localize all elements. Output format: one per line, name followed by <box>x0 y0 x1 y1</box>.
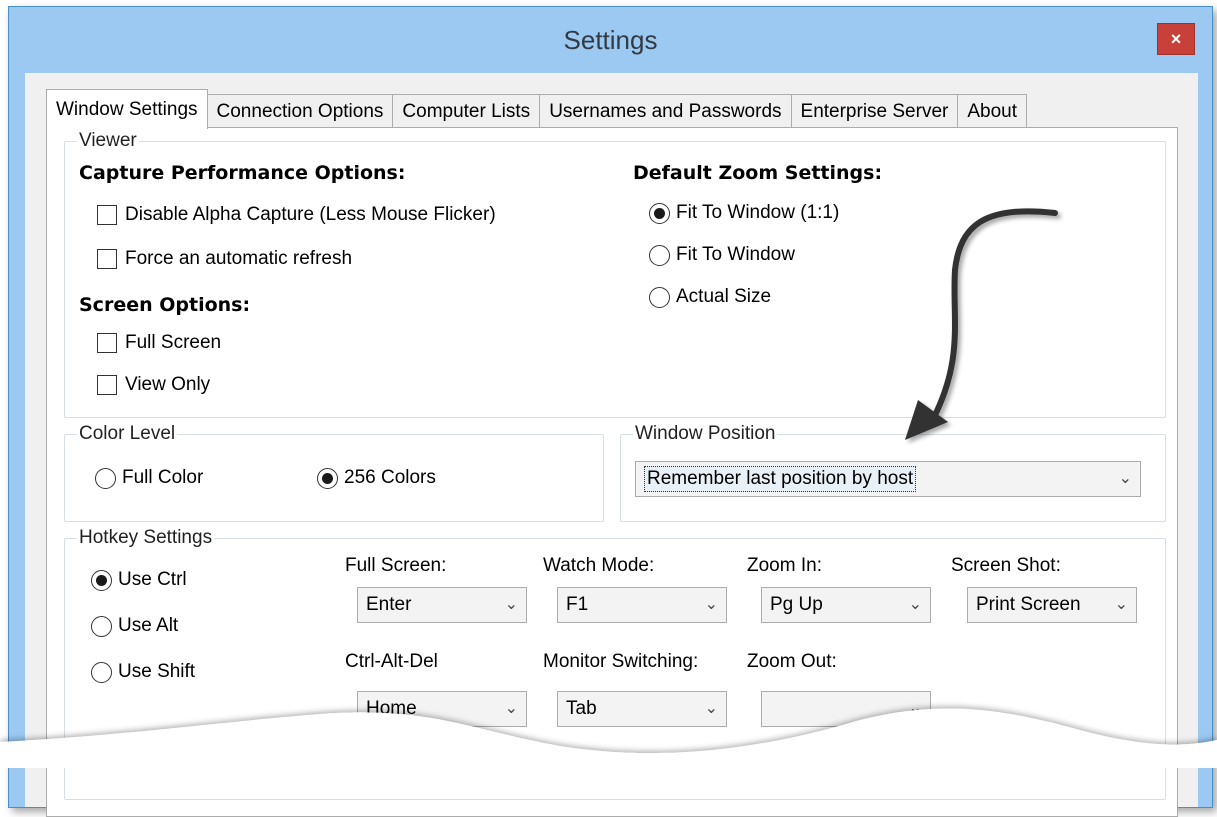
monitor-switching-select[interactable]: Tab ⌄ <box>557 691 727 727</box>
zoom-actual-option[interactable]: Actual Size <box>649 286 771 308</box>
dialog-client-area: Window Settings Connection Options Compu… <box>25 73 1198 817</box>
view-only-checkbox[interactable] <box>97 375 117 395</box>
capture-performance-heading: Capture Performance Options: <box>79 162 406 184</box>
full-screen-hotkey-label: Full Screen: <box>345 555 447 576</box>
full-screen-hotkey-select[interactable]: Enter ⌄ <box>357 587 527 623</box>
chevron-down-icon: ⌄ <box>504 596 518 613</box>
force-refresh-checkbox[interactable] <box>97 249 117 269</box>
chevron-down-icon: ⌄ <box>704 596 718 613</box>
ctrl-alt-del-label: Ctrl-Alt-Del <box>345 651 438 672</box>
chevron-down-icon: ⌄ <box>704 700 718 717</box>
256-colors-option[interactable]: 256 Colors <box>317 467 436 489</box>
window-title: Settings <box>563 25 658 55</box>
chevron-down-icon: ⌄ <box>1118 470 1132 487</box>
ctrl-alt-del-select[interactable]: Home ⌄ <box>357 691 527 727</box>
view-only-option[interactable]: View Only <box>97 374 210 396</box>
chevron-down-icon: ⌄ <box>908 700 922 717</box>
zoom-in-select[interactable]: Pg Up ⌄ <box>761 587 931 623</box>
tab-strip: Window Settings Connection Options Compu… <box>46 89 1028 129</box>
screen-shot-value: Print Screen <box>976 594 1081 615</box>
disable-alpha-capture-option[interactable]: Disable Alpha Capture (Less Mouse Flicke… <box>97 204 496 226</box>
screen-options-heading: Screen Options: <box>79 294 251 316</box>
window-settings-panel: Viewer Capture Performance Options: Disa… <box>46 127 1178 817</box>
zoom-actual-radio[interactable] <box>649 286 670 308</box>
use-shift-label: Use Shift <box>118 661 196 682</box>
zoom-fit-1to1-radio[interactable] <box>649 202 670 224</box>
chevron-down-icon: ⌄ <box>504 700 518 717</box>
window-position-group-title: Window Position <box>633 423 778 445</box>
full-screen-hotkey-value: Enter <box>366 594 412 615</box>
view-only-label: View Only <box>125 374 211 395</box>
full-screen-checkbox[interactable] <box>97 333 117 353</box>
tab-usernames-passwords[interactable]: Usernames and Passwords <box>539 94 792 128</box>
color-level-group: Color Level Full Color 256 Colors <box>64 423 604 522</box>
use-alt-radio[interactable] <box>91 615 112 637</box>
viewer-group-title: Viewer <box>77 130 139 152</box>
force-refresh-option[interactable]: Force an automatic refresh <box>97 248 352 270</box>
zoom-fit-option[interactable]: Fit To Window <box>649 244 795 266</box>
disable-alpha-checkbox[interactable] <box>97 205 117 225</box>
zoom-in-value: Pg Up <box>770 594 823 615</box>
use-shift-option[interactable]: Use Shift <box>91 661 195 683</box>
screen-shot-label: Screen Shot: <box>951 555 1061 576</box>
tab-computer-lists[interactable]: Computer Lists <box>392 94 541 128</box>
default-zoom-heading: Default Zoom Settings: <box>633 162 883 184</box>
zoom-out-label: Zoom Out: <box>747 651 837 672</box>
ctrl-alt-del-value: Home <box>366 698 417 719</box>
zoom-actual-label: Actual Size <box>676 286 772 307</box>
use-shift-radio[interactable] <box>91 661 112 683</box>
screen-shot-select[interactable]: Print Screen ⌄ <box>967 587 1137 623</box>
chevron-down-icon: ⌄ <box>908 596 922 613</box>
monitor-switching-value: Tab <box>566 698 597 719</box>
force-refresh-label: Force an automatic refresh <box>125 248 353 269</box>
watch-mode-value: F1 <box>566 594 589 615</box>
settings-window: Settings × Window Settings Connection Op… <box>8 6 1213 817</box>
chevron-down-icon: ⌄ <box>1114 596 1128 613</box>
title-bar[interactable]: Settings × <box>9 7 1212 73</box>
use-ctrl-label: Use Ctrl <box>118 569 187 590</box>
color-level-group-title: Color Level <box>77 423 178 445</box>
tab-about[interactable]: About <box>957 94 1028 128</box>
use-alt-label: Use Alt <box>118 615 179 636</box>
disable-alpha-label: Disable Alpha Capture (Less Mouse Flicke… <box>125 204 496 225</box>
window-position-select[interactable]: Remember last position by host ⌄ <box>635 461 1141 497</box>
use-alt-option[interactable]: Use Alt <box>91 615 178 637</box>
full-color-radio[interactable] <box>95 467 116 489</box>
zoom-fit-label: Fit To Window <box>676 244 795 265</box>
close-icon: × <box>1170 28 1182 49</box>
256-colors-radio[interactable] <box>317 467 338 489</box>
tab-window-settings[interactable]: Window Settings <box>46 89 208 129</box>
zoom-out-select[interactable]: ⌄ <box>761 691 931 727</box>
window-position-value: Remember last position by host <box>644 466 917 492</box>
full-color-option[interactable]: Full Color <box>95 467 203 489</box>
zoom-fit-1to1-option[interactable]: Fit To Window (1:1) <box>649 202 839 224</box>
full-color-label: Full Color <box>122 467 204 488</box>
tab-enterprise-server[interactable]: Enterprise Server <box>790 94 959 128</box>
full-screen-label: Full Screen <box>125 332 222 353</box>
full-screen-option[interactable]: Full Screen <box>97 332 221 354</box>
zoom-fit-1to1-label: Fit To Window (1:1) <box>676 202 840 223</box>
tab-connection-options[interactable]: Connection Options <box>206 94 394 128</box>
watch-mode-label: Watch Mode: <box>543 555 655 576</box>
monitor-switching-label: Monitor Switching: <box>543 651 699 672</box>
zoom-in-label: Zoom In: <box>747 555 822 576</box>
viewer-group: Viewer Capture Performance Options: Disa… <box>64 130 1166 418</box>
use-ctrl-option[interactable]: Use Ctrl <box>91 569 187 591</box>
hotkey-settings-group: Hotkey Settings Use Ctrl Use Alt Use Shi… <box>64 527 1166 800</box>
zoom-fit-radio[interactable] <box>649 244 670 266</box>
use-ctrl-radio[interactable] <box>91 569 112 591</box>
window-position-group: Window Position Remember last position b… <box>620 423 1166 522</box>
256-colors-label: 256 Colors <box>344 467 436 488</box>
watch-mode-select[interactable]: F1 ⌄ <box>557 587 727 623</box>
close-button[interactable]: × <box>1157 23 1195 55</box>
hotkey-settings-group-title: Hotkey Settings <box>77 527 215 549</box>
